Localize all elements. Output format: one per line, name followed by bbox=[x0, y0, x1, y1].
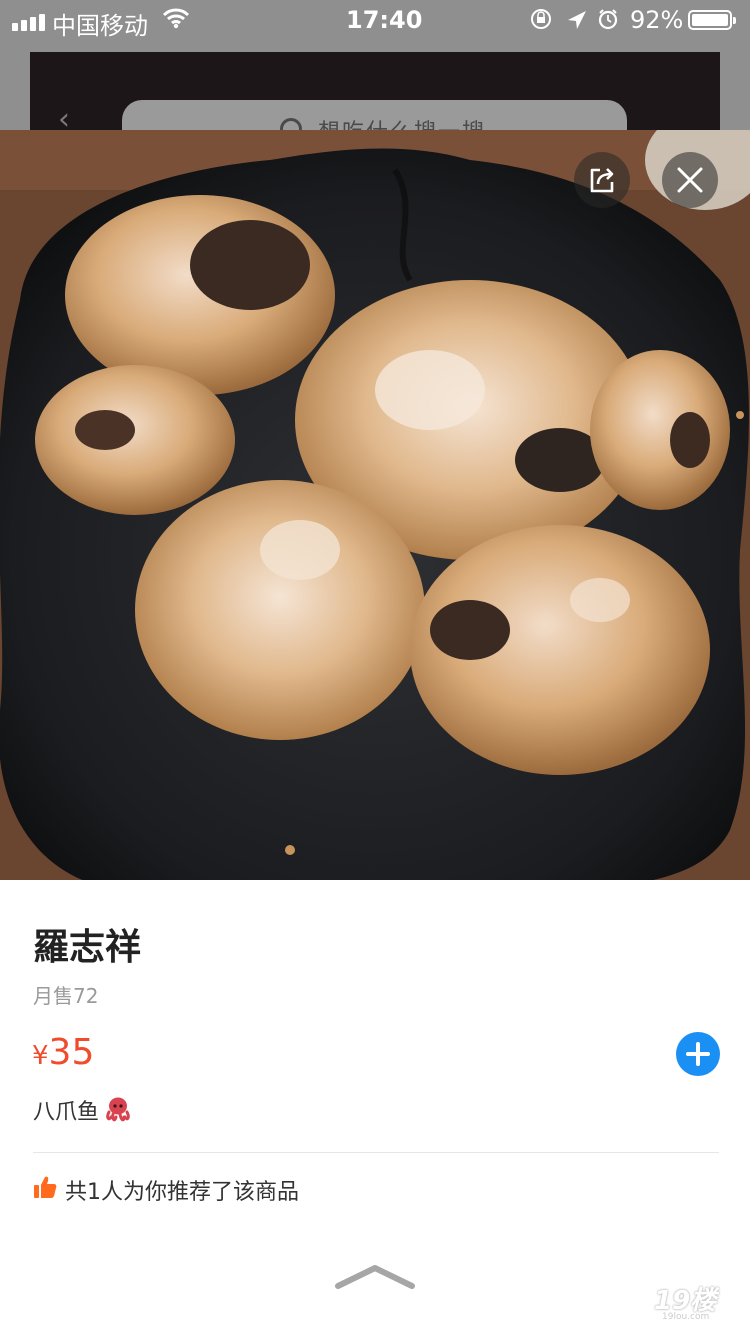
wifi-icon bbox=[162, 6, 190, 36]
collapse-button[interactable] bbox=[334, 1262, 416, 1290]
status-bar: 中国移动 17:40 92% bbox=[0, 0, 750, 40]
close-button[interactable] bbox=[662, 152, 718, 208]
battery-percent: 92% bbox=[630, 6, 684, 34]
price-value: 35 bbox=[48, 1032, 95, 1073]
back-icon: ‹ bbox=[58, 102, 70, 137]
dish-price: ¥35 bbox=[32, 1032, 94, 1073]
status-icons bbox=[530, 6, 626, 38]
carrier-label: 中国移动 bbox=[52, 12, 148, 40]
dish-info-panel: 羅志祥 月售72 ¥35 八爪鱼 共1人为你推荐了该商品 19楼 19lou.c… bbox=[0, 880, 750, 1334]
share-button[interactable] bbox=[574, 152, 630, 208]
monthly-sales: 月售72 bbox=[33, 984, 99, 1008]
chevron-up-icon bbox=[335, 1265, 415, 1289]
octopus-icon bbox=[103, 1096, 133, 1130]
divider bbox=[33, 1152, 719, 1153]
location-icon bbox=[568, 11, 586, 29]
recommendation-row: 共1人为你推荐了该商品 bbox=[33, 1174, 299, 1206]
fried-octopus-image bbox=[0, 130, 750, 880]
dish-name: 羅志祥 bbox=[33, 926, 142, 968]
dish-detail-screen: ‹ 想吃什么搜一搜 中国移动 17:40 92% bbox=[0, 0, 750, 1334]
share-icon bbox=[590, 168, 614, 193]
alarm-icon bbox=[598, 9, 618, 30]
thumbs-up-icon bbox=[33, 1175, 57, 1205]
add-to-cart-button[interactable] bbox=[676, 1032, 720, 1076]
description-text: 八爪鱼 bbox=[33, 1100, 100, 1125]
dish-description: 八爪鱼 bbox=[33, 1094, 133, 1130]
dish-photo bbox=[0, 130, 750, 880]
watermark-url: 19lou.com bbox=[662, 1312, 710, 1322]
status-time: 17:40 bbox=[346, 6, 423, 34]
close-icon bbox=[677, 167, 703, 193]
recommendation-text: 共1人为你推荐了该商品 bbox=[65, 1180, 299, 1205]
battery-icon bbox=[688, 10, 736, 30]
price-currency: ¥ bbox=[32, 1041, 49, 1071]
orientation-lock-icon bbox=[531, 9, 551, 29]
